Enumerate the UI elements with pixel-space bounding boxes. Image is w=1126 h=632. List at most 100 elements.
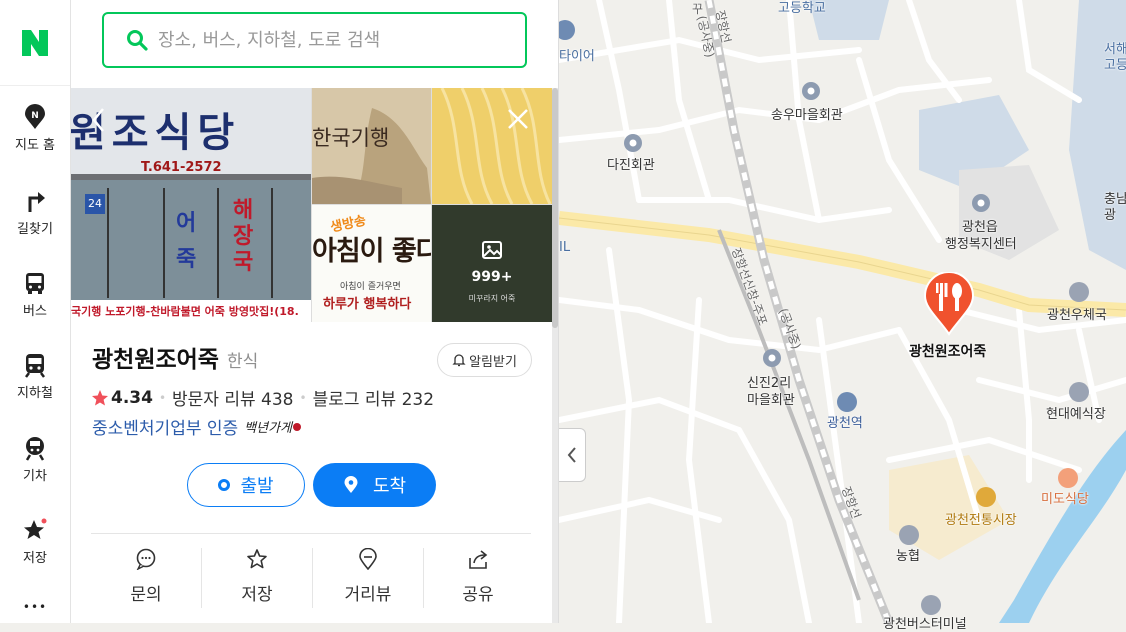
cert-badge-icon — [293, 422, 302, 431]
noodles-illustration — [440, 88, 552, 204]
train-icon — [25, 437, 45, 461]
place-category: 한식 — [226, 352, 259, 372]
chevron-left-icon — [567, 447, 576, 463]
rail-item-directions[interactable]: 길찾기 — [0, 188, 70, 237]
map-label-seohae-2[interactable]: 고등 — [1104, 54, 1126, 73]
map-label-wedding[interactable]: 현대예식장 — [1046, 403, 1106, 422]
map-home-pin-icon: N — [25, 104, 45, 129]
rail-label-subway: 지하철 — [17, 386, 53, 401]
rating-star-icon — [92, 389, 108, 405]
map-label-sinjin-2[interactable]: 마을회관 — [747, 389, 795, 408]
rail-more-button[interactable]: ••• — [0, 600, 70, 614]
gallery-image-icon — [482, 241, 502, 259]
cert-brand: 백년가게 — [244, 421, 293, 436]
bus-icon — [26, 273, 44, 294]
rating-value: 4.34 — [111, 387, 153, 408]
action-share[interactable]: 공유 — [423, 548, 533, 605]
search-bar[interactable] — [102, 12, 527, 68]
photo-gallery[interactable]: 원조식당 T.641-2572 24 어죽 해장국 국기행 노포기행-찬바람불면… — [71, 88, 552, 322]
cert-link[interactable]: 중소벤처기업부 인증 — [92, 414, 238, 439]
photo-thumb-2[interactable] — [432, 88, 552, 204]
action-inquiry[interactable]: 문의 — [91, 548, 201, 605]
photo-thumb-1[interactable]: 한국기행 — [312, 88, 431, 204]
map-label-songwoo-hall[interactable]: 송우마을회관 — [771, 104, 843, 123]
arrive-label: 도착 — [372, 476, 407, 497]
rail-item-bus[interactable]: 버스 — [0, 270, 70, 319]
photo-sign-phone: T.641-2572 — [141, 160, 222, 175]
more-dots-icon: ••• — [22, 600, 48, 614]
alert-button[interactable]: 알림받기 — [437, 343, 532, 377]
map-label-rail6: 꾸 — [692, 2, 704, 16]
rail-label-map-home: 지도 홈 — [14, 138, 55, 153]
photo-door-text-right: 해장국 — [233, 198, 254, 275]
thumb3-title: 아침이 좋다 — [312, 236, 431, 267]
panel-scrollbar-thumb[interactable] — [552, 88, 558, 328]
rail-label-train: 기차 — [23, 469, 47, 484]
map-label-post-office[interactable]: 광천우체국 — [1047, 304, 1107, 323]
naver-logo-icon — [22, 29, 48, 56]
arrive-button[interactable]: 도착 — [313, 463, 436, 507]
divider — [91, 533, 531, 534]
location-pin-icon — [344, 476, 358, 493]
place-pin[interactable] — [923, 271, 975, 336]
action-streetview[interactable]: 거리뷰 — [313, 548, 423, 605]
search-icon[interactable] — [126, 29, 148, 51]
action-inquiry-label: 문의 — [130, 585, 162, 605]
rail-item-saved[interactable]: 저장 — [0, 517, 70, 566]
svg-text:N: N — [31, 111, 39, 121]
action-streetview-label: 거리뷰 — [344, 585, 392, 605]
rail-label-saved: 저장 — [23, 551, 47, 566]
place-pin-label[interactable]: 광천원조어죽 — [909, 341, 986, 361]
map-label-chungnam-2[interactable]: 광 — [1104, 204, 1116, 223]
directions-arrow-icon — [28, 192, 45, 212]
star-saved-icon — [24, 518, 47, 539]
action-share-label: 공유 — [462, 585, 494, 605]
map-label-market[interactable]: 광천전통시장 — [945, 509, 1017, 528]
close-icon[interactable] — [506, 107, 530, 131]
map-label-dajin-hall[interactable]: 다진회관 — [607, 154, 655, 173]
thumb1-caption: 한국기행 — [312, 126, 390, 150]
star-outline-icon — [247, 549, 267, 569]
naver-logo[interactable] — [0, 0, 70, 86]
photo-prev-icon[interactable] — [89, 106, 109, 134]
map-label-school[interactable]: 고등학교 — [778, 0, 826, 16]
rail-label-bus: 버스 — [23, 304, 47, 319]
thumb3-line1: 아침이 즐거우면 — [340, 282, 401, 292]
restaurant-pin-icon — [923, 271, 975, 336]
rail-item-subway[interactable]: 지하철 — [0, 352, 70, 401]
chat-bubble-icon — [136, 548, 156, 570]
photo-door-text-left: 어죽 — [176, 211, 197, 272]
share-icon — [469, 550, 488, 569]
map-label-tire[interactable]: 타이어 — [559, 45, 595, 64]
start-dot-icon — [218, 479, 231, 491]
rail-label-directions: 길찾기 — [17, 222, 53, 237]
map-label-station[interactable]: 광천역 — [827, 412, 863, 431]
rating-row: 4.34 • 방문자 리뷰 438 • 블로그 리뷰 232 — [91, 385, 434, 410]
left-nav-rail: N 지도 홈 길찾기 버스 지하철 기차 저장 ••• — [0, 0, 71, 623]
certification-row: 중소벤처기업부 인증 백년가게 — [92, 414, 302, 439]
visitor-reviews-link[interactable]: 방문자 리뷰 438 — [172, 385, 293, 410]
start-button[interactable]: 출발 — [187, 463, 305, 507]
map-label-admin-center[interactable]: 행정복지센터 — [945, 233, 1017, 252]
search-input[interactable] — [158, 29, 498, 51]
blog-reviews-link[interactable]: 블로그 리뷰 232 — [313, 385, 434, 410]
subway-icon — [25, 354, 45, 378]
photo-more-count: 999+ — [471, 269, 513, 285]
map-label-nonghyup[interactable]: 농협 — [896, 545, 920, 564]
street-view-pin-icon — [359, 548, 377, 570]
action-save[interactable]: 저장 — [202, 548, 312, 605]
action-save-label: 저장 — [241, 585, 273, 605]
photo-thumb-more[interactable]: 999+ 미꾸라지 어죽 — [432, 205, 552, 322]
map-base — [559, 0, 1126, 623]
collapse-panel-button[interactable] — [559, 428, 586, 482]
thumb4-caption: 미꾸라지 어죽 — [468, 294, 516, 303]
photo-door-number: 24 — [85, 194, 105, 214]
rail-item-map-home[interactable]: N 지도 홈 — [0, 104, 70, 153]
place-panel: 원조식당 T.641-2572 24 어죽 해장국 국기행 노포기행-찬바람불면… — [71, 0, 559, 623]
rail-item-train[interactable]: 기차 — [0, 435, 70, 484]
map-label-mido[interactable]: 미도식당 — [1041, 488, 1089, 507]
map-canvas[interactable]: 고등학교 타이어 송우마을회관 다진회관 광천읍 행정복지센터 서해 고등 충남… — [559, 0, 1126, 632]
map-label-edge[interactable]: IL — [559, 240, 570, 255]
photo-thumb-3[interactable]: 생방송 아침이 좋다 아침이 즐거우면 하루가 행복하다 — [312, 205, 431, 322]
place-title: 광천원조어죽 한식 — [92, 340, 258, 374]
